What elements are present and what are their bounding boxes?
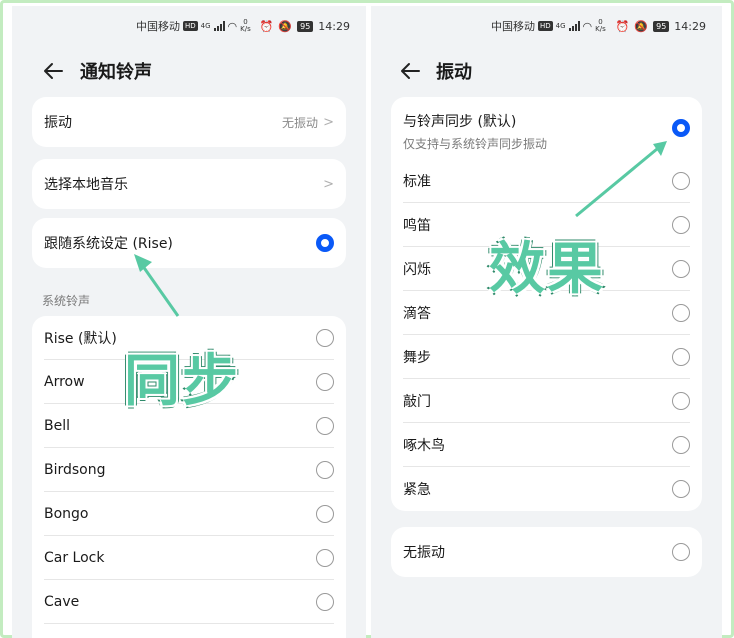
option-label: 紧急 [403, 482, 431, 498]
option-radio[interactable] [672, 216, 690, 234]
ringtone-label: Birdsong [44, 462, 106, 478]
chevron-right-icon: > [323, 176, 334, 192]
option-label: 与铃声同步 (默认) [403, 114, 517, 130]
page-title: 通知铃声 [80, 62, 152, 83]
follow-system-radio[interactable] [316, 234, 334, 252]
ringtone-radio[interactable] [316, 417, 334, 435]
local-music-card[interactable]: 选择本地音乐 > [32, 159, 346, 209]
carrier-label: 中国移动 [491, 20, 535, 33]
ringtone-radio[interactable] [316, 373, 334, 391]
ringtone-label: Cave [44, 594, 80, 610]
option-radio[interactable] [672, 172, 690, 190]
signal-icon [568, 21, 580, 31]
wifi-icon: ◠ [582, 19, 593, 33]
back-arrow-icon[interactable] [42, 60, 64, 82]
option-radio[interactable] [672, 436, 690, 454]
follow-system-card[interactable]: 跟随系统设定 (Rise) [32, 218, 346, 268]
vibration-label: 振动 [44, 115, 72, 131]
vibration-option[interactable]: 啄木鸟 [391, 423, 702, 467]
no-vibration-label: 无振动 [403, 545, 445, 561]
hd-badge: HD [183, 21, 198, 31]
wifi-icon: ◠ [227, 19, 238, 33]
carrier-label: 中国移动 [136, 20, 180, 33]
chevron-right-icon: > [323, 114, 334, 130]
battery-icon: 95 [297, 20, 314, 32]
option-radio[interactable] [672, 480, 690, 498]
local-music-label: 选择本地音乐 [44, 177, 128, 193]
follow-system-label: 跟随系统设定 (Rise) [44, 236, 173, 252]
ringtone-label: Bongo [44, 506, 89, 522]
notification-ringtone-screen: 中国移动 HD 4G ◠ 0 K/s ⏰ 🔕 95 14:29 通知铃声 振动 无… [12, 6, 366, 638]
ringtone-label: Bell [44, 418, 70, 434]
option-label: 舞步 [403, 350, 431, 366]
option-label: 闪烁 [403, 262, 431, 278]
network-type: 4G [200, 22, 211, 30]
option-label: 啄木鸟 [403, 438, 445, 454]
network-speed: 0 K/s [240, 18, 251, 33]
vibration-screen: 中国移动 HD 4G ◠ 0 K/s ⏰ 🔕 95 14:29 振动 与铃声同步 … [371, 6, 722, 638]
page-header: 通知铃声 [12, 54, 366, 88]
annotation-label: 效果 [489, 237, 605, 302]
vibration-option[interactable]: 标准 [391, 159, 702, 203]
hd-badge: HD [538, 21, 553, 31]
vibration-setting-card[interactable]: 振动 无振动 > [32, 97, 346, 147]
page-header: 振动 [371, 54, 722, 88]
network-speed: 0 K/s [595, 18, 606, 33]
silent-icon: 🔕 [634, 19, 649, 33]
ringtone-label: Arrow [44, 374, 85, 390]
divider [44, 623, 334, 624]
annotation-label: 同步 [124, 349, 240, 414]
no-vibration-card[interactable]: 无振动 [391, 527, 702, 577]
ringtone-label: Rise (默认) [44, 331, 117, 347]
vibration-row[interactable]: 振动 无振动 > [32, 97, 346, 147]
status-bar: 中国移动 HD 4G ◠ 0 K/s ⏰ 🔕 95 14:29 [371, 16, 722, 36]
ringtone-radio[interactable] [316, 505, 334, 523]
no-vibration-radio[interactable] [672, 543, 690, 561]
ringtone-radio[interactable] [316, 461, 334, 479]
silent-icon: 🔕 [278, 19, 293, 33]
follow-system-row[interactable]: 跟随系统设定 (Rise) [32, 218, 346, 268]
ringtone-label: Car Lock [44, 550, 105, 566]
back-arrow-icon[interactable] [399, 60, 421, 82]
status-bar: 中国移动 HD 4G ◠ 0 K/s ⏰ 🔕 95 14:29 [12, 16, 366, 36]
ringtone-radio[interactable] [316, 593, 334, 611]
page-title: 振动 [436, 62, 472, 83]
ringtone-item[interactable]: Cave [32, 580, 346, 624]
no-vibration-row[interactable]: 无振动 [391, 527, 702, 577]
ringtone-item[interactable]: Bongo [32, 492, 346, 536]
alarm-icon: ⏰ [259, 19, 274, 33]
option-radio[interactable] [672, 119, 690, 137]
signal-icon [213, 21, 225, 31]
ringtone-item[interactable]: Birdsong [32, 448, 346, 492]
vibration-option[interactable]: 舞步 [391, 335, 702, 379]
option-label: 标准 [403, 174, 431, 190]
option-radio[interactable] [672, 392, 690, 410]
vibration-option[interactable]: 紧急 [391, 467, 702, 511]
clock: 14:29 [318, 19, 350, 33]
option-radio[interactable] [672, 348, 690, 366]
battery-icon: 95 [653, 20, 670, 32]
alarm-icon: ⏰ [615, 19, 630, 33]
option-radio[interactable] [672, 304, 690, 322]
network-type: 4G [555, 22, 566, 30]
vibration-value: 无振动 [281, 115, 318, 130]
local-music-row[interactable]: 选择本地音乐 > [32, 159, 346, 209]
ringtone-item[interactable]: Car Lock [32, 536, 346, 580]
vibration-option-sync[interactable]: 与铃声同步 (默认) 仅支持与系统铃声同步振动 [391, 97, 702, 159]
option-subtext: 仅支持与系统铃声同步振动 [403, 137, 548, 151]
option-label: 鸣笛 [403, 218, 431, 234]
ringtone-radio[interactable] [316, 549, 334, 567]
option-label: 敲门 [403, 394, 431, 410]
option-radio[interactable] [672, 260, 690, 278]
option-label: 滴答 [403, 306, 431, 322]
vibration-option[interactable]: 敲门 [391, 379, 702, 423]
ringtone-radio[interactable] [316, 329, 334, 347]
clock: 14:29 [674, 19, 706, 33]
section-label: 系统铃声 [42, 294, 91, 308]
